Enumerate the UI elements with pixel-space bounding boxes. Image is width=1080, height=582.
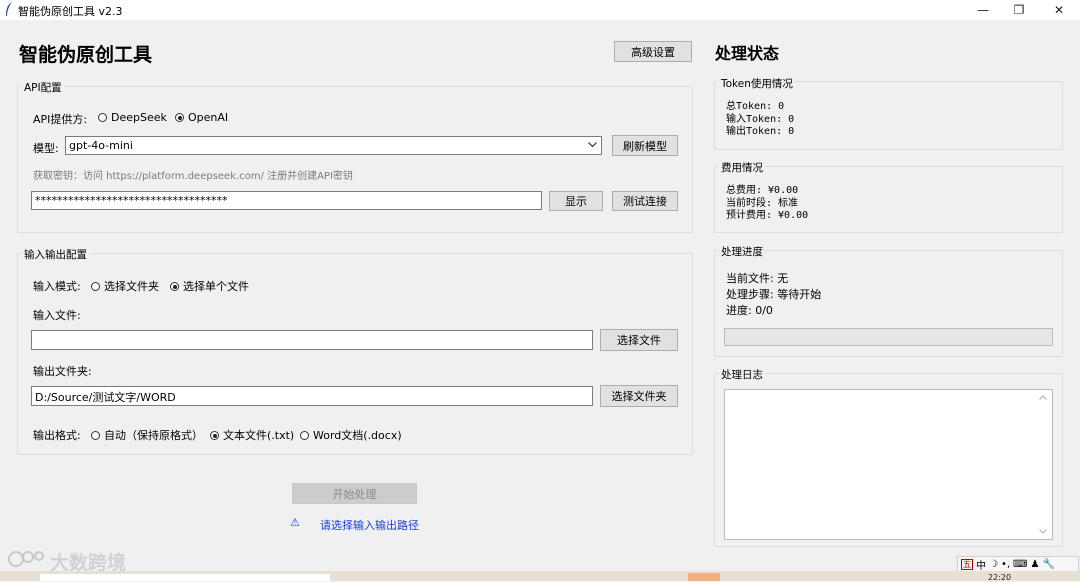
log-scrollbar[interactable]	[1035, 390, 1052, 539]
api-key-input[interactable]: ***********************************	[31, 191, 542, 210]
current-period: 当前时段: 标准	[726, 197, 799, 209]
scroll-down-icon[interactable]	[1039, 529, 1047, 534]
chevron-down-icon	[588, 142, 597, 148]
taskbar: 22:20	[0, 571, 1080, 582]
radio-circle-icon	[300, 431, 309, 440]
output-format-label: 输出格式:	[33, 429, 81, 442]
radio-circle-icon	[91, 282, 100, 291]
token-usage-legend: Token使用情况	[719, 76, 795, 91]
minimize-icon: —	[977, 3, 989, 17]
log-textarea[interactable]	[724, 389, 1053, 540]
current-file: 当前文件: 无	[726, 272, 789, 285]
radio-format-docx[interactable]: Word文档(.docx)	[300, 427, 402, 443]
ime-chinese-icon[interactable]: 中	[976, 557, 986, 572]
radio-openai[interactable]: OpenAI	[175, 111, 228, 124]
api-key-hint: 获取密钥：访问 https://platform.deepseek.com/ 注…	[33, 171, 353, 182]
radio-format-auto[interactable]: 自动（保持原格式）	[91, 427, 203, 443]
model-label: 模型:	[33, 142, 59, 155]
progress-legend: 处理进度	[719, 244, 765, 259]
path-warning-text: 请选择输入输出路径	[320, 519, 419, 532]
input-file-field[interactable]	[31, 330, 593, 350]
io-config-legend: 输入输出配置	[22, 247, 89, 262]
api-config-legend: API配置	[22, 80, 64, 95]
watermark-logo-icon	[8, 551, 44, 567]
close-button[interactable]: ✕	[1036, 0, 1080, 20]
output-folder-label: 输出文件夹:	[33, 365, 92, 378]
radio-selected-icon	[175, 113, 184, 122]
radio-circle-icon	[91, 431, 100, 440]
api-key-value: ***********************************	[35, 194, 228, 207]
scroll-up-icon[interactable]	[1039, 395, 1047, 400]
estimated-cost: 预计费用: ¥0.00	[726, 210, 809, 221]
output-token: 输出Token: 0	[726, 126, 795, 137]
radio-select-folder[interactable]: 选择文件夹	[91, 278, 159, 294]
log-legend: 处理日志	[719, 367, 765, 382]
progress-count: 进度: 0/0	[726, 304, 773, 317]
cost-legend: 费用情况	[719, 160, 765, 175]
token-stats: 总Token: 0 输入Token: 0 输出Token: 0	[726, 101, 794, 139]
ime-toolbar[interactable]: 五 中 ☽ •, ⌨ ♟ 🔧	[957, 556, 1079, 572]
radio-selected-icon	[210, 431, 219, 440]
select-file-button[interactable]: 选择文件	[600, 329, 678, 351]
show-key-button[interactable]: 显示	[549, 191, 603, 211]
page-title: 智能伪原创工具	[19, 44, 153, 66]
refresh-models-button[interactable]: 刷新模型	[612, 135, 678, 156]
cost-stats: 总费用: ¥0.00 当前时段: 标准 预计费用: ¥0.00	[726, 185, 808, 223]
progress-bar	[724, 328, 1053, 346]
total-cost: 总费用: ¥0.00	[726, 185, 799, 196]
window-title: 智能伪原创工具 v2.3	[18, 5, 123, 18]
close-icon: ✕	[1053, 3, 1065, 17]
output-folder-field[interactable]: D:/Source/测试文字/WORD	[31, 386, 593, 406]
ime-user-icon[interactable]: ♟	[1030, 559, 1039, 570]
taskbar-app[interactable]	[688, 573, 720, 581]
select-folder-button[interactable]: 选择文件夹	[600, 385, 678, 407]
processing-step: 处理步骤: 等待开始	[726, 288, 822, 301]
input-token: 输入Token: 0	[726, 113, 795, 125]
warning-icon: ⚠	[290, 516, 300, 529]
model-select[interactable]: gpt-4o-mini	[65, 136, 602, 155]
input-file-label: 输入文件:	[33, 309, 81, 322]
total-token: 总Token: 0	[726, 101, 785, 112]
test-connection-button[interactable]: 测试连接	[612, 191, 678, 211]
radio-circle-icon	[98, 113, 107, 122]
provider-label: API提供方:	[33, 113, 88, 126]
radio-format-txt[interactable]: 文本文件(.txt)	[210, 427, 294, 443]
radio-deepseek[interactable]: DeepSeek	[98, 111, 167, 124]
ime-keyboard-icon[interactable]: ⌨	[1013, 559, 1027, 570]
radio-select-single-file[interactable]: 选择单个文件	[170, 278, 249, 294]
ime-wubi-icon[interactable]: 五	[961, 558, 973, 570]
radio-selected-icon	[170, 282, 179, 291]
maximize-icon: ❐	[1013, 3, 1025, 17]
taskbar-search[interactable]	[40, 574, 330, 581]
feather-icon	[6, 2, 12, 16]
progress-stats: 当前文件: 无 处理步骤: 等待开始 进度: 0/0	[726, 271, 821, 319]
start-processing-button[interactable]: 开始处理	[292, 483, 417, 504]
input-mode-label: 输入模式:	[33, 280, 81, 293]
advanced-settings-button[interactable]: 高级设置	[614, 41, 692, 62]
model-value: gpt-4o-mini	[69, 139, 133, 152]
ime-halfwidth-icon[interactable]: ☽	[989, 559, 998, 570]
status-title: 处理状态	[715, 44, 780, 63]
ime-settings-icon[interactable]: 🔧	[1042, 559, 1054, 570]
title-bar: 智能伪原创工具 v2.3 — ❐ ✕	[0, 0, 1080, 20]
ime-punctuation-icon[interactable]: •,	[1001, 559, 1010, 570]
